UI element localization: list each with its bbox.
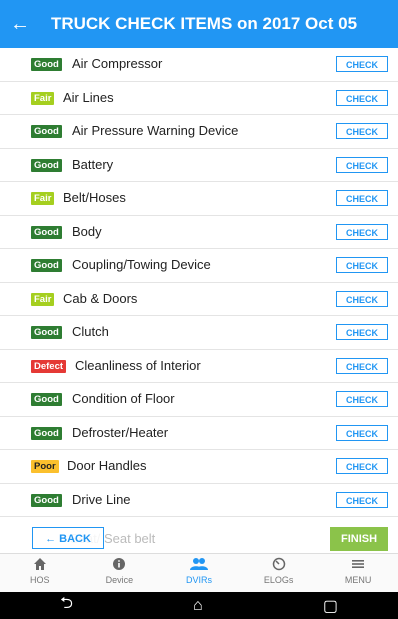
list-item: Good Air Compressor CHECK — [0, 48, 398, 82]
item-label: Door Handles — [67, 458, 147, 473]
check-items-list: Good Air Compressor CHECK Fair Air Lines… — [0, 48, 398, 517]
list-item: Defect Cleanliness of Interior CHECK — [0, 350, 398, 383]
check-button[interactable]: CHECK — [336, 458, 388, 474]
bottom-nav: HOS Device DVIRs ELOGs MENU — [0, 553, 398, 593]
check-button[interactable]: CHECK — [336, 257, 388, 273]
status-badge: Good — [31, 393, 62, 406]
list-item: Poor Door Handles CHECK — [0, 450, 398, 484]
list-item: Good Body CHECK — [0, 216, 398, 249]
status-badge: Poor — [31, 460, 59, 473]
check-button[interactable]: CHECK — [336, 56, 388, 72]
page-title: TRUCK CHECK ITEMS on 2017 Oct 05 — [50, 14, 358, 33]
status-badge: Good — [31, 493, 62, 507]
nav-item-menu[interactable]: MENU — [318, 554, 398, 593]
home-icon — [0, 557, 80, 575]
list-item: Good Clutch CHECK — [0, 316, 398, 350]
check-button[interactable]: CHECK — [336, 190, 388, 206]
list-item: Good Battery CHECK — [0, 149, 398, 182]
list-item: Fair Cab & Doors CHECK — [0, 283, 398, 316]
check-button[interactable]: CHECK — [336, 123, 388, 139]
status-badge: Fair — [31, 292, 55, 306]
nav-label: ELOGs — [263, 575, 294, 585]
nav-item-elogs[interactable]: ELOGs — [239, 554, 319, 593]
list-item: Good Coupling/Towing Device CHECK — [0, 249, 398, 283]
back-button[interactable]: ← BACK — [32, 527, 104, 549]
item-label: Defroster/Heater — [72, 424, 169, 440]
status-badge: Good — [31, 158, 62, 172]
nav-label: HOS — [30, 575, 50, 585]
nav-item-dvirs[interactable]: DVIRs — [159, 554, 239, 593]
list-item: Fair Belt/Hoses CHECK — [0, 182, 398, 216]
nav-label: DVIRs — [185, 575, 212, 585]
list-item: Fair Air Lines CHECK — [0, 82, 398, 115]
item-label: Air Pressure Warning Device — [72, 123, 239, 138]
list-item: Good Defroster/Heater CHECK — [0, 417, 398, 450]
check-button[interactable]: CHECK — [336, 391, 388, 407]
item-label: Air Lines — [63, 89, 114, 105]
check-button[interactable]: CHECK — [336, 89, 388, 106]
menu-icon — [318, 557, 398, 575]
item-label: Coupling/Towing Device — [72, 257, 211, 272]
status-badge: Fair — [31, 192, 55, 205]
timer-icon — [239, 557, 319, 575]
status-badge: Good — [31, 326, 62, 339]
check-button[interactable]: CHECK — [336, 223, 388, 240]
system-back-icon[interactable]: ⮌ — [60, 592, 73, 619]
status-badge: Good — [31, 58, 62, 71]
back-arrow-icon[interactable]: ← — [0, 0, 40, 48]
app-header: ← TRUCK CHECK ITEMS on 2017 Oct 05 — [0, 0, 398, 48]
list-item: Good Condition of Floor CHECK — [0, 383, 398, 417]
system-recents-icon[interactable]: ▢ — [323, 596, 338, 616]
check-button[interactable]: CHECK — [336, 424, 388, 441]
status-badge: Defect — [31, 359, 67, 373]
nav-label: Device — [105, 575, 134, 585]
people-icon — [159, 557, 239, 575]
status-badge: Good — [31, 259, 62, 272]
item-label: Cleanliness of Interior — [75, 357, 201, 373]
status-badge: Good — [31, 225, 62, 239]
check-button[interactable]: CHECK — [336, 290, 388, 307]
nav-item-hos[interactable]: HOS — [0, 554, 80, 593]
finish-button[interactable]: FINISH — [330, 527, 388, 551]
check-button[interactable]: CHECK — [336, 491, 388, 508]
status-badge: Good — [31, 125, 62, 138]
nav-item-device[interactable]: Device — [80, 554, 160, 593]
check-button[interactable]: CHECK — [336, 324, 388, 340]
item-label: Body — [72, 223, 102, 239]
item-label: Drive Line — [72, 491, 131, 507]
list-item: Good Drive Line CHECK — [0, 484, 398, 517]
status-badge: Fair — [31, 91, 55, 105]
item-label: Battery — [72, 156, 114, 172]
check-button[interactable]: CHECK — [336, 357, 388, 374]
item-label: Cab & Doors — [63, 290, 138, 306]
item-label: Condition of Floor — [72, 391, 175, 406]
status-badge: Good — [31, 426, 62, 440]
list-item: Good Air Pressure Warning Device CHECK — [0, 115, 398, 149]
item-label: Air Compressor — [72, 56, 163, 71]
system-navigation-bar: ⮌ ⌂ ▢ — [0, 592, 398, 619]
item-label: Belt/Hoses — [63, 190, 126, 205]
system-home-icon[interactable]: ⌂ — [193, 597, 203, 615]
item-label: Clutch — [72, 324, 109, 339]
nav-label: MENU — [344, 575, 372, 585]
info-icon — [80, 557, 160, 575]
check-button[interactable]: CHECK — [336, 156, 388, 173]
